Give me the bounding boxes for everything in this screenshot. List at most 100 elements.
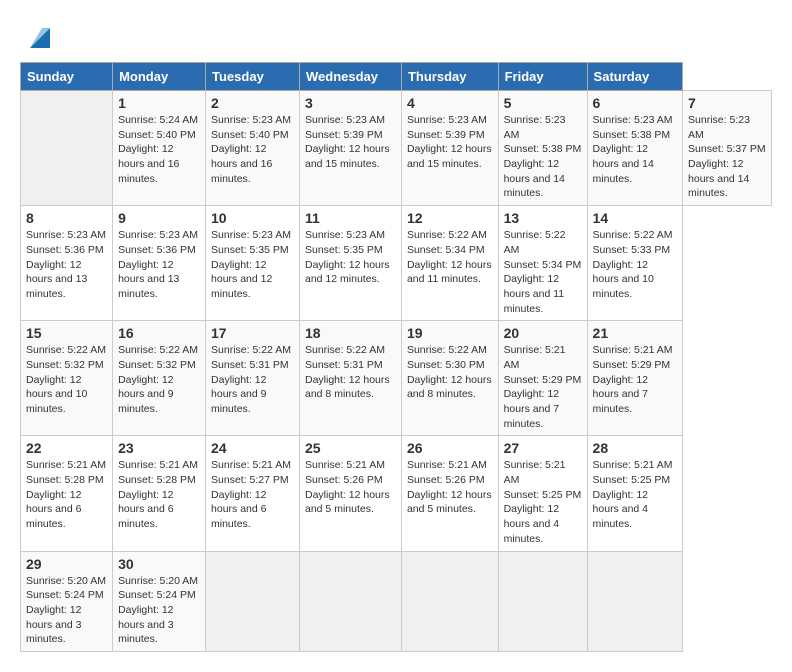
day-info: Sunrise: 5:21 AMSunset: 5:25 PMDaylight:…	[593, 459, 673, 530]
calendar-day-cell: 25 Sunrise: 5:21 AMSunset: 5:26 PMDaylig…	[300, 436, 402, 551]
calendar-week-row: 29 Sunrise: 5:20 AMSunset: 5:24 PMDaylig…	[21, 551, 772, 651]
calendar-header-tuesday: Tuesday	[206, 63, 300, 91]
day-number: 3	[305, 95, 396, 111]
day-info: Sunrise: 5:23 AMSunset: 5:38 PMDaylight:…	[593, 114, 673, 185]
calendar-day-cell: 20 Sunrise: 5:21 AMSunset: 5:29 PMDaylig…	[498, 321, 587, 436]
calendar-day-cell: 16 Sunrise: 5:22 AMSunset: 5:32 PMDaylig…	[113, 321, 206, 436]
day-info: Sunrise: 5:23 AMSunset: 5:37 PMDaylight:…	[688, 114, 766, 199]
calendar-day-cell: 5 Sunrise: 5:23 AMSunset: 5:38 PMDayligh…	[498, 91, 587, 206]
day-number: 22	[26, 440, 107, 456]
day-number: 14	[593, 210, 678, 226]
calendar-header-monday: Monday	[113, 63, 206, 91]
day-info: Sunrise: 5:22 AMSunset: 5:34 PMDaylight:…	[407, 229, 492, 285]
day-info: Sunrise: 5:22 AMSunset: 5:31 PMDaylight:…	[211, 344, 291, 415]
day-info: Sunrise: 5:22 AMSunset: 5:32 PMDaylight:…	[26, 344, 106, 415]
calendar-day-cell: 13 Sunrise: 5:22 AMSunset: 5:34 PMDaylig…	[498, 206, 587, 321]
day-info: Sunrise: 5:22 AMSunset: 5:33 PMDaylight:…	[593, 229, 673, 300]
day-number: 1	[118, 95, 200, 111]
calendar-day-cell: 17 Sunrise: 5:22 AMSunset: 5:31 PMDaylig…	[206, 321, 300, 436]
calendar-day-cell	[587, 551, 683, 651]
day-number: 11	[305, 210, 396, 226]
day-info: Sunrise: 5:22 AMSunset: 5:30 PMDaylight:…	[407, 344, 492, 400]
day-number: 8	[26, 210, 107, 226]
calendar-day-cell: 29 Sunrise: 5:20 AMSunset: 5:24 PMDaylig…	[21, 551, 113, 651]
calendar-header-sunday: Sunday	[21, 63, 113, 91]
day-info: Sunrise: 5:23 AMSunset: 5:35 PMDaylight:…	[211, 229, 291, 300]
day-info: Sunrise: 5:23 AMSunset: 5:36 PMDaylight:…	[26, 229, 106, 300]
logo-icon	[22, 24, 50, 52]
calendar-header-friday: Friday	[498, 63, 587, 91]
page-header	[20, 20, 772, 52]
day-number: 7	[688, 95, 766, 111]
day-info: Sunrise: 5:23 AMSunset: 5:40 PMDaylight:…	[211, 114, 291, 185]
day-number: 12	[407, 210, 493, 226]
day-number: 10	[211, 210, 294, 226]
day-number: 18	[305, 325, 396, 341]
calendar-week-row: 8 Sunrise: 5:23 AMSunset: 5:36 PMDayligh…	[21, 206, 772, 321]
calendar-day-cell: 21 Sunrise: 5:21 AMSunset: 5:29 PMDaylig…	[587, 321, 683, 436]
calendar-header-saturday: Saturday	[587, 63, 683, 91]
calendar-day-cell	[300, 551, 402, 651]
day-info: Sunrise: 5:21 AMSunset: 5:28 PMDaylight:…	[26, 459, 106, 530]
day-info: Sunrise: 5:23 AMSunset: 5:39 PMDaylight:…	[305, 114, 390, 170]
calendar-body: 1 Sunrise: 5:24 AMSunset: 5:40 PMDayligh…	[21, 91, 772, 652]
calendar-day-cell: 14 Sunrise: 5:22 AMSunset: 5:33 PMDaylig…	[587, 206, 683, 321]
day-info: Sunrise: 5:21 AMSunset: 5:29 PMDaylight:…	[593, 344, 673, 415]
day-info: Sunrise: 5:22 AMSunset: 5:32 PMDaylight:…	[118, 344, 198, 415]
day-number: 9	[118, 210, 200, 226]
day-number: 15	[26, 325, 107, 341]
calendar-day-cell: 15 Sunrise: 5:22 AMSunset: 5:32 PMDaylig…	[21, 321, 113, 436]
day-number: 28	[593, 440, 678, 456]
calendar-day-cell: 3 Sunrise: 5:23 AMSunset: 5:39 PMDayligh…	[300, 91, 402, 206]
day-info: Sunrise: 5:22 AMSunset: 5:34 PMDaylight:…	[504, 229, 582, 314]
calendar-table: SundayMondayTuesdayWednesdayThursdayFrid…	[20, 62, 772, 652]
calendar-day-cell: 11 Sunrise: 5:23 AMSunset: 5:35 PMDaylig…	[300, 206, 402, 321]
calendar-day-cell: 12 Sunrise: 5:22 AMSunset: 5:34 PMDaylig…	[401, 206, 498, 321]
day-info: Sunrise: 5:21 AMSunset: 5:25 PMDaylight:…	[504, 459, 582, 544]
day-number: 24	[211, 440, 294, 456]
calendar-empty-cell	[21, 91, 113, 206]
calendar-day-cell: 6 Sunrise: 5:23 AMSunset: 5:38 PMDayligh…	[587, 91, 683, 206]
day-number: 4	[407, 95, 493, 111]
calendar-day-cell: 7 Sunrise: 5:23 AMSunset: 5:37 PMDayligh…	[683, 91, 772, 206]
calendar-header-thursday: Thursday	[401, 63, 498, 91]
day-info: Sunrise: 5:23 AMSunset: 5:38 PMDaylight:…	[504, 114, 582, 199]
calendar-header-wednesday: Wednesday	[300, 63, 402, 91]
day-number: 19	[407, 325, 493, 341]
calendar-day-cell: 9 Sunrise: 5:23 AMSunset: 5:36 PMDayligh…	[113, 206, 206, 321]
calendar-day-cell: 30 Sunrise: 5:20 AMSunset: 5:24 PMDaylig…	[113, 551, 206, 651]
calendar-day-cell: 8 Sunrise: 5:23 AMSunset: 5:36 PMDayligh…	[21, 206, 113, 321]
day-number: 29	[26, 556, 107, 572]
day-info: Sunrise: 5:23 AMSunset: 5:39 PMDaylight:…	[407, 114, 492, 170]
day-number: 16	[118, 325, 200, 341]
day-info: Sunrise: 5:23 AMSunset: 5:36 PMDaylight:…	[118, 229, 198, 300]
day-number: 21	[593, 325, 678, 341]
day-number: 25	[305, 440, 396, 456]
calendar-day-cell: 22 Sunrise: 5:21 AMSunset: 5:28 PMDaylig…	[21, 436, 113, 551]
calendar-week-row: 15 Sunrise: 5:22 AMSunset: 5:32 PMDaylig…	[21, 321, 772, 436]
calendar-day-cell: 19 Sunrise: 5:22 AMSunset: 5:30 PMDaylig…	[401, 321, 498, 436]
day-number: 6	[593, 95, 678, 111]
day-number: 26	[407, 440, 493, 456]
day-number: 13	[504, 210, 582, 226]
day-info: Sunrise: 5:21 AMSunset: 5:27 PMDaylight:…	[211, 459, 291, 530]
calendar-day-cell: 27 Sunrise: 5:21 AMSunset: 5:25 PMDaylig…	[498, 436, 587, 551]
calendar-week-row: 22 Sunrise: 5:21 AMSunset: 5:28 PMDaylig…	[21, 436, 772, 551]
day-info: Sunrise: 5:23 AMSunset: 5:35 PMDaylight:…	[305, 229, 390, 285]
day-number: 27	[504, 440, 582, 456]
day-number: 30	[118, 556, 200, 572]
calendar-day-cell: 24 Sunrise: 5:21 AMSunset: 5:27 PMDaylig…	[206, 436, 300, 551]
calendar-day-cell	[498, 551, 587, 651]
calendar-day-cell: 23 Sunrise: 5:21 AMSunset: 5:28 PMDaylig…	[113, 436, 206, 551]
day-number: 17	[211, 325, 294, 341]
calendar-day-cell: 1 Sunrise: 5:24 AMSunset: 5:40 PMDayligh…	[113, 91, 206, 206]
calendar-week-row: 1 Sunrise: 5:24 AMSunset: 5:40 PMDayligh…	[21, 91, 772, 206]
day-info: Sunrise: 5:20 AMSunset: 5:24 PMDaylight:…	[26, 575, 106, 646]
day-info: Sunrise: 5:21 AMSunset: 5:28 PMDaylight:…	[118, 459, 198, 530]
calendar-day-cell: 2 Sunrise: 5:23 AMSunset: 5:40 PMDayligh…	[206, 91, 300, 206]
calendar-day-cell: 18 Sunrise: 5:22 AMSunset: 5:31 PMDaylig…	[300, 321, 402, 436]
calendar-day-cell: 26 Sunrise: 5:21 AMSunset: 5:26 PMDaylig…	[401, 436, 498, 551]
day-number: 2	[211, 95, 294, 111]
calendar-day-cell: 10 Sunrise: 5:23 AMSunset: 5:35 PMDaylig…	[206, 206, 300, 321]
day-info: Sunrise: 5:21 AMSunset: 5:26 PMDaylight:…	[407, 459, 492, 515]
